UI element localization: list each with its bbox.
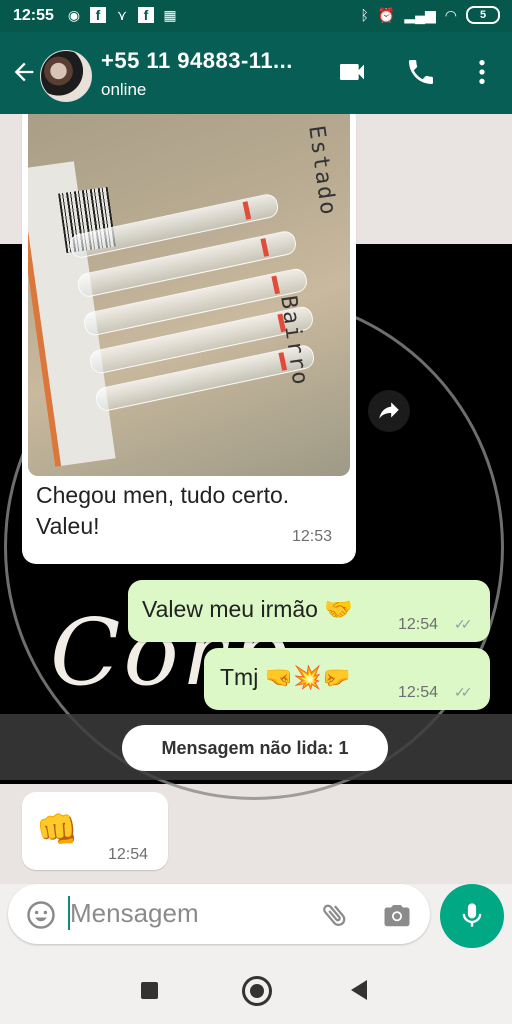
system-back-icon[interactable] (351, 980, 367, 1000)
status-bar: 12:55 ◉ f ⋎ f ▦ ᛒ ⏰ ▂▄▆ ◠ 5 (0, 0, 512, 32)
home-icon[interactable] (242, 976, 272, 1006)
microphone-icon (462, 903, 482, 927)
message-time: 12:54 (108, 846, 149, 863)
signal-icon: ▂▄▆ (404, 6, 436, 23)
recent-apps-icon[interactable] (141, 982, 158, 999)
outgoing-message[interactable]: Tmj 🤜💥🤛 12:54 ✓✓ (204, 648, 490, 710)
camera-icon[interactable] (382, 900, 412, 930)
photo-handwriting: Estado (303, 124, 341, 219)
message-photo[interactable]: Estado Bairro (28, 114, 350, 476)
compose-bar: Mensagem (0, 884, 512, 956)
voice-message-button[interactable] (440, 884, 504, 948)
message-text: 👊 (36, 811, 79, 849)
battery-icon: 5 (466, 6, 500, 24)
unread-messages-label: Mensagem não lida: 1 (122, 725, 388, 771)
message-time: 12:53 (292, 528, 333, 545)
message-text: Valew meu irmão 🤝 (142, 596, 353, 622)
back-arrow-icon[interactable] (10, 58, 38, 86)
chat-area[interactable]: Corp Estado Bairro Chegou men, tudo cert… (0, 114, 512, 884)
bird-icon: ⋎ (116, 7, 128, 23)
read-receipt-icon: ✓✓ (454, 684, 473, 700)
emoji-icon[interactable] (26, 900, 56, 930)
chat-header: +55 11 94883-11... online (0, 32, 512, 114)
alarm-icon: ⏰ (377, 6, 396, 23)
facebook-icon: f (90, 7, 106, 23)
facebook-icon: f (138, 7, 154, 23)
contact-avatar[interactable] (40, 50, 92, 102)
attach-icon[interactable] (320, 900, 350, 930)
forward-icon (379, 402, 399, 419)
incoming-image-message[interactable]: Estado Bairro Chegou men, tudo certo. Va… (22, 114, 356, 564)
more-options-icon[interactable] (466, 56, 498, 88)
incoming-message[interactable]: 👊 12:54 (22, 792, 168, 870)
read-receipt-icon: ✓✓ (454, 616, 473, 632)
clock: 12:55 (13, 7, 54, 24)
message-time: 12:54 (398, 616, 439, 633)
bluetooth-icon: ᛒ (360, 7, 369, 23)
voice-call-icon[interactable] (405, 56, 437, 88)
video-call-icon[interactable] (336, 56, 368, 88)
forward-button[interactable] (368, 390, 410, 432)
message-placeholder: Mensagem (70, 898, 199, 928)
outgoing-message[interactable]: Valew meu irmão 🤝 12:54 ✓✓ (128, 580, 490, 642)
message-input[interactable]: Mensagem (8, 884, 430, 944)
message-text: Tmj 🤜💥🤛 (220, 664, 351, 690)
system-icons: ᛒ ⏰ ▂▄▆ ◠ 5 (360, 6, 500, 24)
wifi-icon: ◠ (444, 6, 457, 23)
message-time: 12:54 (398, 684, 439, 701)
contact-status: online (101, 80, 147, 99)
whatsapp-icon: ◉ (67, 7, 81, 23)
system-nav-bar (0, 956, 512, 1024)
notification-icons: ◉ f ⋎ f ▦ (66, 7, 178, 23)
contact-name[interactable]: +55 11 94883-11... (101, 48, 293, 74)
qr-icon: ▦ (163, 7, 177, 23)
message-text: Chegou men, tudo certo. Valeu! (36, 482, 290, 539)
